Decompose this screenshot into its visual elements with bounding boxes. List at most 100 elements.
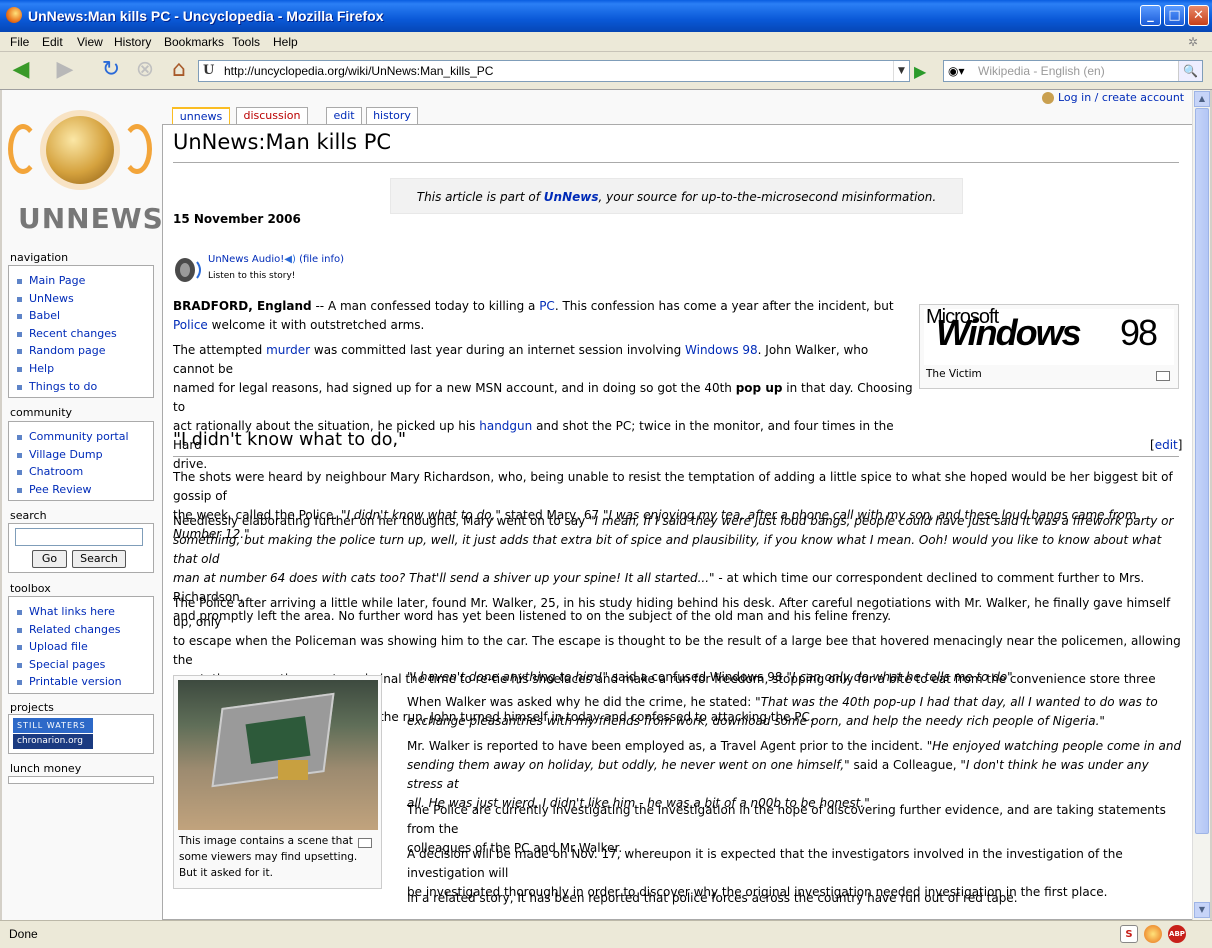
village-dump-link[interactable]: Village Dump <box>9 446 153 464</box>
p1-text2: . This confession has come a year after … <box>554 299 894 313</box>
listen-text: Listen to this story! <box>208 271 296 281</box>
minimize-button[interactable]: _ <box>1140 5 1161 26</box>
reload-icon[interactable]: ↻ <box>98 58 124 84</box>
article-date: 15 November 2006 <box>173 212 301 226</box>
p6-quote2: "I can only do what he tells me to do" <box>786 670 1013 684</box>
broken-pc-thumbnail: This image contains a scene that some vi… <box>173 675 382 889</box>
url-text[interactable]: http://uncyclopedia.org/wiki/UnNews:Man_… <box>224 64 493 78</box>
search-icon[interactable]: 🔍 <box>1178 61 1202 81</box>
section-divider <box>173 456 1179 457</box>
nav-help[interactable]: Help <box>9 360 153 378</box>
notice-unnews-link[interactable]: UnNews <box>544 190 599 204</box>
pop-up-text: pop up <box>735 381 783 395</box>
toolbox-heading: toolbox <box>10 582 51 595</box>
handgun-link[interactable]: handgun <box>479 419 532 433</box>
menu-help[interactable]: Help <box>273 35 298 49</box>
still-waters-badge[interactable]: STILL WATERS <box>13 718 93 733</box>
speaker-icon[interactable] <box>173 254 203 286</box>
enlarge-icon-2[interactable] <box>358 838 372 848</box>
pee-review-link[interactable]: Pee Review <box>9 481 153 499</box>
unnews-audio-link[interactable]: UnNews Audio! <box>208 254 284 265</box>
logo-text: UNNEWS <box>18 202 164 235</box>
scroll-down-icon[interactable]: ▼ <box>1194 902 1210 918</box>
unnews-logo[interactable]: UNNEWS <box>4 110 163 235</box>
p10-text: A decision will be made on Nov. 17, wher… <box>407 847 1123 880</box>
p2-text: The attempted <box>173 343 267 357</box>
menu-history[interactable]: History <box>114 35 151 49</box>
menu-file[interactable]: File <box>10 35 29 49</box>
search-engine-icon[interactable]: ◉▾ <box>948 64 965 78</box>
menu-bookmarks[interactable]: Bookmarks <box>164 35 224 49</box>
forward-icon[interactable]: ▶ <box>52 58 78 84</box>
chronarion-badge[interactable]: chronarion.org <box>13 734 93 749</box>
maximize-button[interactable]: □ <box>1164 5 1185 26</box>
tab-unnews[interactable]: unnews <box>172 107 230 125</box>
logo-arc-right-icon <box>122 124 152 174</box>
menu-view[interactable]: View <box>77 35 103 49</box>
search-button[interactable]: Search <box>72 550 126 568</box>
chatroom-link[interactable]: Chatroom <box>9 463 153 481</box>
p7-quote2: exchange pleasantries with my friends fr… <box>407 714 1105 728</box>
paragraph-11: In a related story, It has been reported… <box>407 891 1018 905</box>
nav-main-page[interactable]: Main Page <box>9 272 153 290</box>
projects-heading: projects <box>10 701 54 714</box>
edit-section-link[interactable]: edit <box>1155 438 1178 452</box>
related-changes-link[interactable]: Related changes <box>9 621 153 639</box>
file-info-link[interactable]: (file info) <box>299 254 344 265</box>
window-title: UnNews:Man kills PC - Uncyclopedia - Moz… <box>28 8 384 24</box>
scroll-thumb[interactable] <box>1195 108 1209 834</box>
windows-98-image[interactable]: Microsoft Windows 98 <box>924 307 1174 365</box>
community-portal-link[interactable]: Community portal <box>9 428 153 446</box>
p8-text: Mr. Walker is reported to have been empl… <box>407 739 927 753</box>
status-text: Done <box>9 927 38 941</box>
tab-history[interactable]: history <box>366 107 418 125</box>
menu-tools[interactable]: Tools <box>232 35 260 49</box>
stop-icon[interactable]: ⊗ <box>132 58 158 84</box>
login-link[interactable]: Log in / create account <box>1058 91 1184 104</box>
murder-link[interactable]: murder <box>266 343 310 357</box>
p8-text2: said a Colleague, <box>849 758 961 772</box>
go-arrow-icon[interactable]: ▶ <box>914 62 934 82</box>
stumble-icon[interactable]: S <box>1120 925 1138 943</box>
home-icon[interactable]: ⌂ <box>166 58 192 84</box>
title-bar: UnNews:Man kills PC - Uncyclopedia - Moz… <box>0 0 1212 32</box>
nav-things-to-do[interactable]: Things to do <box>9 378 153 396</box>
page-viewport: UNNEWS navigation Main Page UnNews Babel… <box>2 90 1192 920</box>
tab-edit[interactable]: edit <box>326 107 362 125</box>
user-icon <box>1042 92 1054 104</box>
lunch-money-portlet <box>8 776 154 784</box>
police-link[interactable]: Police <box>173 318 208 332</box>
pc-link[interactable]: PC <box>539 299 555 313</box>
firefox-status-icon[interactable] <box>1144 925 1162 943</box>
nav-unnews[interactable]: UnNews <box>9 290 153 308</box>
vertical-scrollbar[interactable]: ▲ ▼ <box>1192 90 1210 920</box>
wiki-search-input[interactable] <box>15 528 143 546</box>
go-button[interactable]: Go <box>32 550 67 568</box>
broken-pc-image[interactable] <box>178 680 378 830</box>
lunch-money-heading: lunch money <box>10 762 82 775</box>
search-bar[interactable]: ◉▾ Wikipedia - English (en) 🔍 <box>943 60 1203 82</box>
close-button[interactable]: ✕ <box>1188 5 1209 26</box>
p4-text: Needlessly elaborating further on her th… <box>173 514 590 528</box>
personal-tools[interactable]: Log in / create account <box>1042 91 1184 104</box>
nav-babel[interactable]: Babel <box>9 307 153 325</box>
url-dropdown-icon[interactable]: ▼ <box>893 61 909 81</box>
printable-version-link[interactable]: Printable version <box>9 673 153 691</box>
upload-file-link[interactable]: Upload file <box>9 638 153 656</box>
back-icon[interactable]: ◀ <box>8 58 34 84</box>
p2-text2: was committed last year during an intern… <box>310 343 686 357</box>
what-links-here-link[interactable]: What links here <box>9 603 153 621</box>
tab-discussion[interactable]: discussion <box>236 107 308 125</box>
special-pages-link[interactable]: Special pages <box>9 656 153 674</box>
audio-box: UnNews Audio!◀) (file info) Listen to th… <box>173 253 373 289</box>
windows-98-link[interactable]: Windows 98 <box>685 343 758 357</box>
menu-edit[interactable]: Edit <box>42 35 63 49</box>
search-placeholder[interactable]: Wikipedia - English (en) <box>978 64 1105 78</box>
enlarge-icon[interactable] <box>1156 371 1170 381</box>
url-bar[interactable]: U http://uncyclopedia.org/wiki/UnNews:Ma… <box>198 60 910 82</box>
nav-recent-changes[interactable]: Recent changes <box>9 325 153 343</box>
image-caption-line-3: But it asked for it. <box>179 867 273 879</box>
nav-random-page[interactable]: Random page <box>9 342 153 360</box>
adblock-icon[interactable]: ABP <box>1168 925 1186 943</box>
scroll-up-icon[interactable]: ▲ <box>1194 91 1210 107</box>
